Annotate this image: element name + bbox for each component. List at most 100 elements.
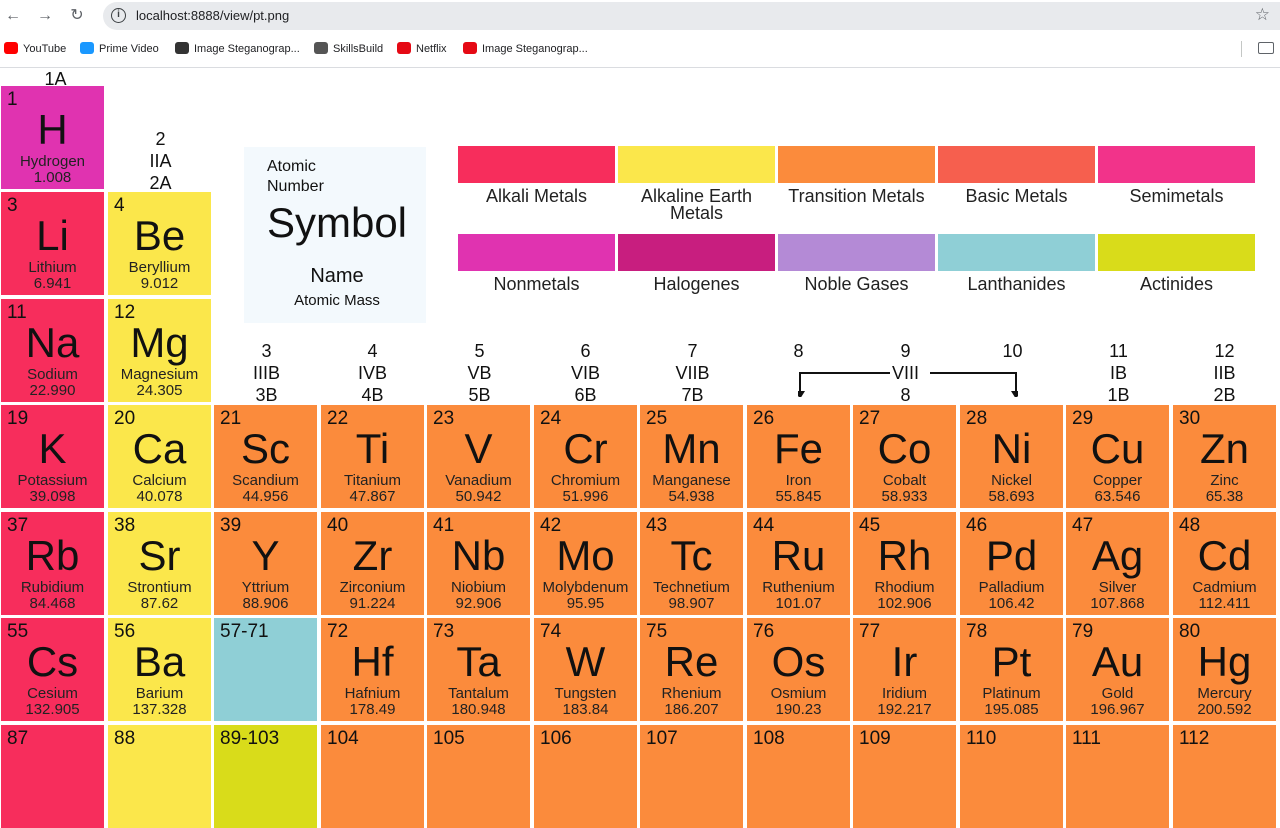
element-symbol: Hf — [351, 638, 394, 685]
element-cell: 39 Y Yttrium 88.906 — [214, 512, 317, 615]
site-info-icon[interactable]: i — [111, 8, 126, 23]
group-roman: IIA — [149, 151, 172, 171]
element-cell: 109 — [853, 725, 956, 828]
atomic-mass: 1.008 — [33, 169, 72, 186]
atomic-mass: 9.012 — [140, 275, 179, 292]
reload-icon[interactable]: ↻ — [66, 5, 88, 27]
group-header-8: 8 — [793, 341, 804, 361]
atomic-mass: 22.990 — [29, 382, 76, 399]
element-symbol: Os — [771, 638, 826, 685]
element-cell: 44 Ru Ruthenium 101.07 — [747, 512, 850, 615]
group-number: 9 — [900, 341, 911, 361]
atomic-mass: 132.905 — [25, 701, 80, 718]
group-cas: 4B — [361, 385, 384, 405]
legend-label: Alkali Metals — [485, 186, 588, 206]
atomic-mass: 51.996 — [562, 488, 609, 505]
atomic-mass: 137.328 — [132, 701, 187, 718]
atomic-mass: 54.938 — [668, 488, 715, 505]
skillsbuild-icon — [314, 42, 328, 54]
atomic-mass: 40.078 — [136, 488, 183, 505]
element-name: Sodium — [27, 366, 78, 383]
atomic-mass: 91.224 — [349, 595, 396, 612]
element-symbol: Cd — [1197, 532, 1252, 579]
element-name: Tungsten — [554, 685, 617, 702]
group-number: 11 — [1109, 341, 1128, 361]
atomic-number: 107 — [646, 728, 678, 749]
element-name: Cadmium — [1192, 579, 1257, 596]
element-symbol: Sc — [240, 425, 290, 472]
element-name: Iridium — [881, 685, 927, 702]
atomic-mass: 65.38 — [1205, 488, 1244, 505]
group-header-10: 10 — [1002, 341, 1023, 361]
atomic-number: 111 — [1072, 728, 1101, 749]
element-symbol: Ru — [771, 532, 826, 579]
element-cell: 20 Ca Calcium 40.078 — [108, 405, 211, 508]
atomic-mass: 58.933 — [881, 488, 928, 505]
element-cell: 55 Cs Cesium 132.905 — [1, 618, 104, 721]
atomic-number: 106 — [540, 728, 572, 749]
bookmark-image-steganography-1[interactable]: Image Steganograp... — [175, 42, 300, 58]
group-cas: 3B — [255, 385, 278, 405]
element-cell: 29 Cu Copper 63.546 — [1066, 405, 1169, 508]
atomic-mass: 183.84 — [562, 701, 609, 718]
atomic-mass: 200.592 — [1197, 701, 1252, 718]
legend-label: Alkaline Earth Metals — [640, 186, 753, 223]
url-text[interactable]: localhost:8888/view/pt.png — [136, 8, 289, 23]
element-name: Hydrogen — [19, 153, 86, 170]
bookmark-youtube[interactable]: YouTube — [4, 42, 66, 58]
key-name: Name — [310, 265, 364, 287]
back-icon[interactable]: ← — [2, 5, 24, 27]
element-cell: 30 Zn Zinc 65.38 — [1173, 405, 1276, 508]
atomic-mass: 95.95 — [566, 595, 605, 612]
legend-label: Semimetals — [1129, 186, 1224, 206]
element-symbol: Cr — [563, 425, 608, 472]
atomic-number: 57-71 — [220, 621, 269, 642]
address-bar[interactable]: i localhost:8888/view/pt.png ☆ — [103, 2, 1280, 30]
bookmark-netflix[interactable]: Netflix — [397, 42, 447, 58]
element-symbol: Ta — [456, 638, 501, 685]
legend-label: Nonmetals — [493, 274, 580, 294]
group-cas: 2A — [149, 173, 172, 193]
element-cell: 106 — [534, 725, 637, 828]
element-cell: 57-71 — [214, 618, 317, 721]
bookmark-prime-video[interactable]: Prime Video — [80, 42, 159, 58]
element-cell: 76 Os Osmium 190.23 — [747, 618, 850, 721]
element-name: Potassium — [17, 472, 88, 489]
element-cell: 43 Tc Technetium 98.907 — [640, 512, 743, 615]
atomic-mass: 192.217 — [877, 701, 932, 718]
atomic-mass: 196.967 — [1090, 701, 1145, 718]
element-cell: 77 Ir Iridium 192.217 — [853, 618, 956, 721]
atomic-mass: 39.098 — [29, 488, 76, 505]
element-symbol: Nb — [451, 532, 506, 579]
group-roman: VIIB — [675, 363, 710, 383]
legend-swatch — [458, 234, 615, 271]
folder-icon[interactable] — [1258, 42, 1274, 54]
bookmark-skillsbuild[interactable]: SkillsBuild — [314, 42, 383, 58]
key-atomic-mass: Atomic Mass — [294, 292, 380, 309]
element-cell: 19 K Potassium 39.098 — [1, 405, 104, 508]
element-name: Palladium — [978, 579, 1045, 596]
element-symbol: Re — [664, 638, 719, 685]
element-cell: 26 Fe Iron 55.845 — [747, 405, 850, 508]
element-key: Atomic Number Symbol Name Atomic Mass — [244, 147, 426, 323]
atomic-mass: 178.49 — [349, 701, 396, 718]
group-header-3: 3 IIIB 3B — [215, 340, 318, 406]
forward-icon[interactable]: → — [34, 5, 56, 27]
group-cas: 7B — [681, 385, 704, 405]
atomic-mass: 63.546 — [1094, 488, 1141, 505]
element-symbol: Fe — [773, 425, 823, 472]
bookmark-star-icon[interactable]: ☆ — [1255, 5, 1270, 25]
group-header-6: 6 VIB 6B — [534, 340, 637, 406]
element-symbol: Tc — [670, 532, 713, 579]
atomic-number: 112 — [1179, 728, 1210, 749]
legend-swatch — [618, 234, 775, 271]
element-name: Zinc — [1210, 472, 1239, 489]
element-cell: 87 — [1, 725, 104, 828]
legend-swatch — [778, 234, 935, 271]
element-cell: 27 Co Cobalt 58.933 — [853, 405, 956, 508]
group-roman: VIB — [570, 363, 600, 383]
element-name: Manganese — [652, 472, 731, 489]
legend-swatch — [458, 146, 615, 183]
bookmark-image-steganography-2[interactable]: Image Steganograp... — [463, 42, 588, 58]
atomic-number: 88 — [114, 728, 136, 749]
